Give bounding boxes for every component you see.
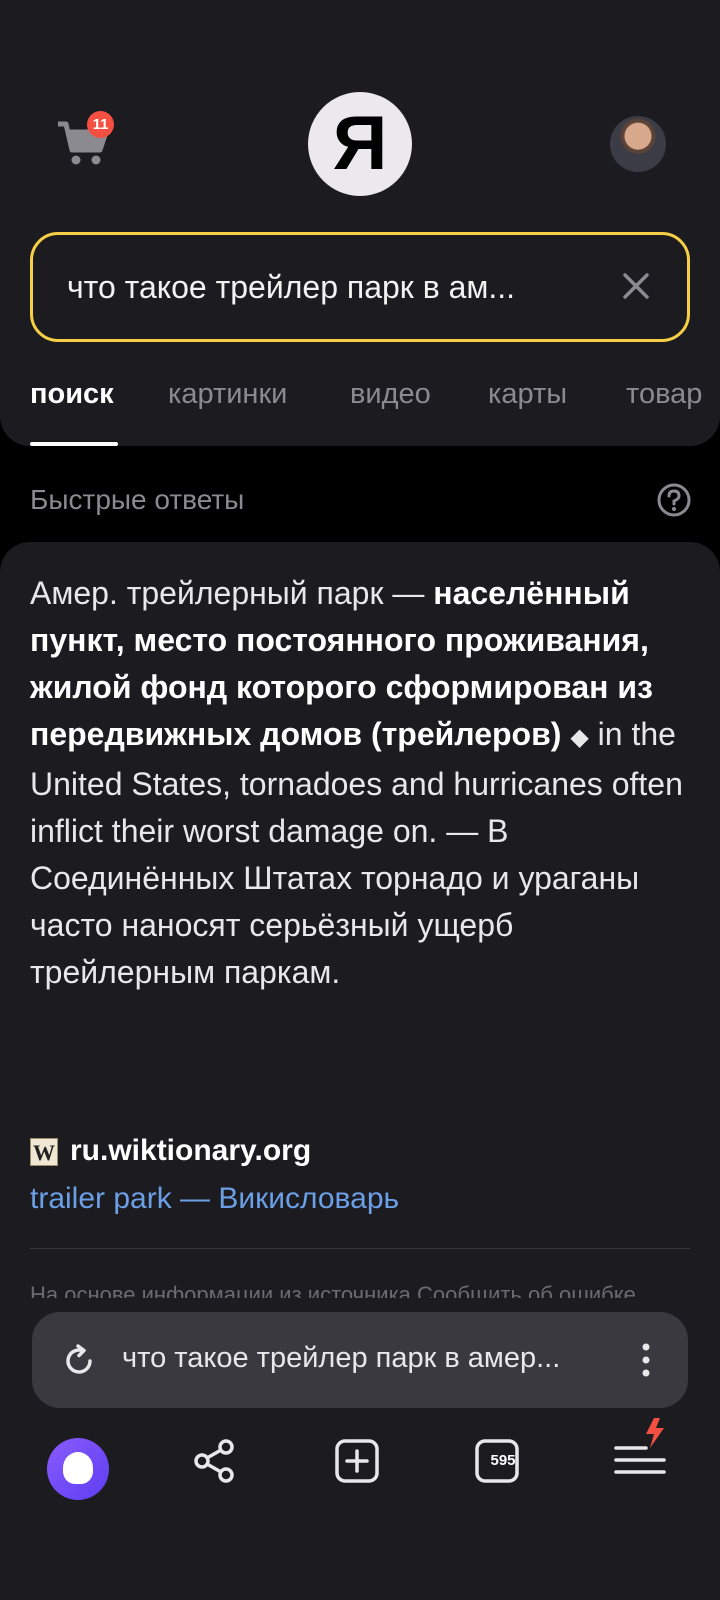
cart-badge: 11 (87, 111, 114, 138)
tab-images[interactable]: картинки (168, 378, 287, 411)
answer-text: Амер. трейлерный парк — населённый пункт… (30, 570, 690, 996)
quick-answers-title: Быстрые ответы (30, 484, 245, 515)
tabs-counter-button[interactable]: 595 (474, 1438, 520, 1484)
help-icon[interactable] (656, 482, 692, 518)
tab-products[interactable]: товар (626, 378, 702, 411)
tab-video[interactable]: видео (350, 378, 431, 411)
avatar[interactable] (610, 116, 666, 172)
search-query-text: что такое трейлер парк в ам... (67, 269, 516, 305)
close-icon[interactable] (617, 267, 655, 305)
search-header: 11 Я что такое трейлер парк в ам... поис… (0, 0, 720, 446)
divider (30, 1248, 690, 1249)
source-domain[interactable]: ru.wiktionary.org (70, 1134, 311, 1168)
alice-assistant-button[interactable] (47, 1438, 109, 1500)
diamond-icon: ◆ (570, 724, 589, 751)
address-text: что такое трейлер парк в амер... (122, 1342, 561, 1374)
yandex-logo[interactable]: Я (308, 92, 412, 196)
search-tabs: поиск картинки видео карты товар (30, 372, 720, 446)
search-input[interactable]: что такое трейлер парк в ам... (30, 232, 690, 342)
new-tab-icon[interactable] (334, 1438, 380, 1484)
address-bar[interactable]: что такое трейлер парк в амер... (32, 1312, 688, 1408)
answer-lead: Амер. трейлерный парк — (30, 575, 434, 611)
active-tab-indicator (30, 442, 118, 446)
more-vertical-icon[interactable] (636, 1340, 656, 1380)
wiktionary-icon: W (30, 1138, 58, 1166)
browser-bottom-bar: что такое трейлер парк в амер... 595 (0, 1298, 720, 1600)
source-link[interactable]: trailer park — Викисловарь (30, 1182, 399, 1216)
menu-icon[interactable] (612, 1416, 670, 1486)
share-icon[interactable] (192, 1438, 238, 1484)
alice-icon (63, 1452, 93, 1484)
answer-example: in the United States, tornadoes and hurr… (30, 716, 683, 990)
tab-search[interactable]: поиск (30, 378, 114, 411)
tab-maps[interactable]: карты (488, 378, 567, 411)
tabs-count: 595 (490, 1452, 516, 1469)
quick-answer-card: Амер. трейлерный парк — населённый пункт… (0, 542, 720, 1307)
reload-icon[interactable] (60, 1342, 98, 1380)
